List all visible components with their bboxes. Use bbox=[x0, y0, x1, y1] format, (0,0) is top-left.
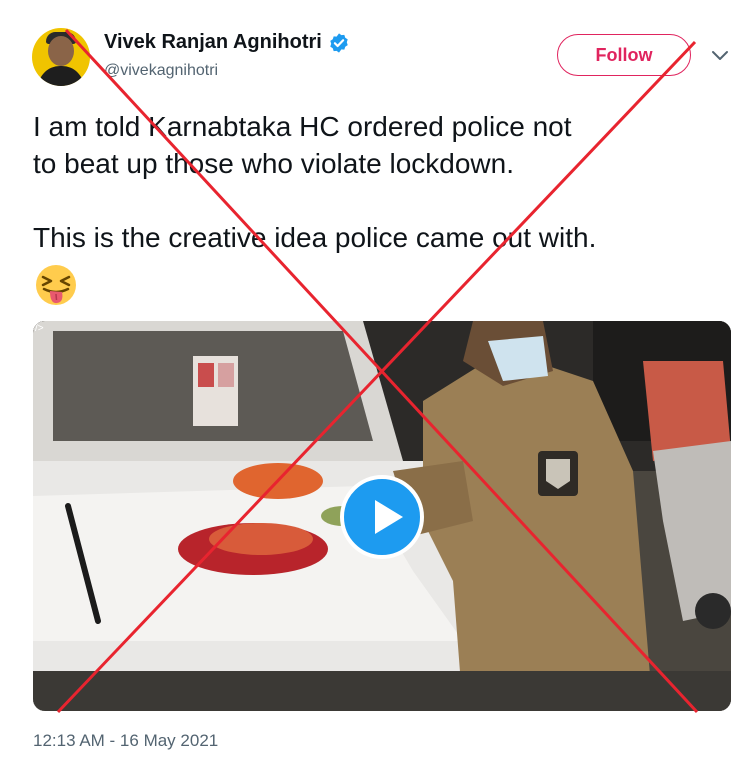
tweet-timestamp[interactable]: 12:13 AM - 16 May 2021 bbox=[33, 731, 218, 751]
author-name-row[interactable]: Vivek Ranjan Agnihotri bbox=[104, 31, 350, 54]
tweet-card: Vivek Ranjan Agnihotri @vivekagnihotri F… bbox=[0, 0, 753, 762]
avatar-body bbox=[38, 66, 84, 86]
chevron-down-icon[interactable] bbox=[711, 50, 729, 62]
verified-badge-icon bbox=[330, 32, 348, 53]
tweet-video[interactable]: /> bbox=[33, 321, 731, 711]
tweet-text: I am told Karnabtaka HC ordered police n… bbox=[33, 111, 597, 253]
follow-button[interactable]: Follow bbox=[557, 34, 691, 76]
squinting-face-with-tongue-icon bbox=[36, 265, 76, 305]
author-display-name[interactable]: Vivek Ranjan Agnihotri bbox=[104, 31, 322, 54]
play-button[interactable] bbox=[340, 475, 424, 559]
media-tag: /> bbox=[35, 323, 44, 334]
avatar-face bbox=[48, 36, 74, 66]
play-icon bbox=[375, 500, 403, 534]
author-handle[interactable]: @vivekagnihotri bbox=[104, 62, 218, 80]
author-avatar[interactable] bbox=[32, 28, 90, 86]
